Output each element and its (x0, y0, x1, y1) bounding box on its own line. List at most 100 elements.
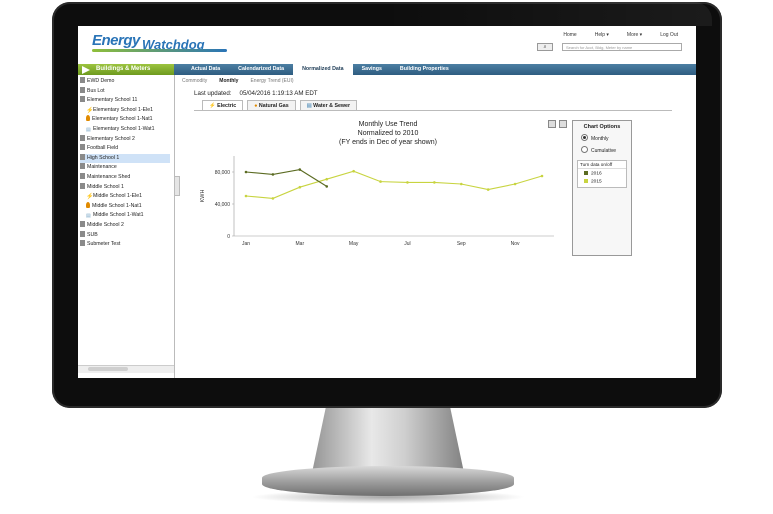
data-point-2015 (540, 174, 544, 178)
data-point-2015 (298, 185, 302, 189)
building-icon (80, 134, 85, 141)
data-point-2016 (298, 168, 302, 171)
tree-item[interactable]: ⚡Elementary School 1-Ele1 (86, 106, 176, 115)
data-point-2015 (433, 181, 436, 184)
data-point-2015 (486, 188, 490, 191)
building-icon (80, 182, 85, 189)
search-filter-button[interactable]: ⌕ (537, 43, 553, 51)
tree-item[interactable]: Submeter Test (80, 240, 170, 249)
tree-item[interactable]: Football Field (80, 144, 170, 153)
sidebar-header: Buildings & Meters (78, 64, 174, 75)
top-nav: Home Help ▾ More ▾ Log Out (563, 32, 678, 38)
building-icon (80, 153, 85, 160)
monthly-use-chart: 0 40,000 80,000 KWH Jan Mar May Jul Sep Nov (200, 156, 554, 247)
tree-item[interactable]: Elementary School 1-Nat1 (86, 115, 176, 124)
data-point-2015 (513, 182, 517, 186)
logout-link[interactable]: Log Out (660, 32, 678, 38)
series-line-2016 (245, 169, 328, 187)
home-link[interactable]: Home (563, 32, 576, 38)
data-point-2015 (325, 177, 329, 181)
building-icon (80, 96, 85, 103)
data-point-2015 (379, 180, 382, 183)
building-icon (80, 221, 85, 227)
tree-item[interactable]: ▤ Elementary School 1-Wat1 (86, 125, 176, 134)
legend-2016[interactable]: 2016 (584, 171, 626, 177)
tree-item[interactable]: EWD Demo (80, 77, 170, 86)
x-tick-label: Sep (457, 241, 466, 247)
tree-item-label: Middle School 2 (87, 222, 124, 228)
tree-item[interactable]: Maintenance Shed (80, 173, 170, 182)
subtab-monthly[interactable]: Monthly (219, 78, 238, 84)
x-tick-label: Nov (511, 241, 520, 247)
legend-2015[interactable]: 2015 (584, 178, 626, 184)
data-point-2015 (406, 181, 409, 184)
y-axis-label: KWH (200, 190, 206, 203)
help-icon[interactable] (559, 120, 567, 128)
x-tick-label: Jul (404, 241, 410, 247)
tab-actual-data[interactable]: Actual Data (182, 64, 229, 75)
electric-icon: ⚡ (86, 107, 94, 114)
last-updated: Last updated: 05/04/2016 1:19:13 AM EDT (194, 90, 318, 97)
water-icon: ▤ (86, 213, 91, 220)
tree-item[interactable]: Elementary School 11 (80, 96, 170, 105)
help-menu[interactable]: Help ▾ (595, 32, 609, 38)
tree-item-label: Middle School 1-Nat1 (92, 202, 142, 209)
y-tick-label: 80,000 (215, 170, 231, 176)
app-screen: Energy Watchdog Home Help ▾ More ▾ Log O… (78, 26, 696, 378)
tree-item[interactable]: Middle School 1 (80, 182, 170, 192)
tab-calendarized-data[interactable]: Calendarized Data (229, 64, 293, 75)
tab-savings[interactable]: Savings (353, 64, 391, 75)
building-icon (80, 240, 85, 247)
tree-item-label: Middle School 1-Wat1 (93, 212, 144, 219)
water-icon: ▤ (86, 127, 91, 133)
gas-icon (86, 115, 90, 122)
tree-item-label: Bus Lot (87, 87, 105, 94)
monitor-stand-neck (312, 408, 464, 470)
tree-item[interactable]: ⚡Middle School 1-Ele1 (86, 192, 176, 201)
main-tabs: Actual Data Calendarized Data Normalized… (174, 64, 696, 75)
x-tick-label: May (349, 241, 359, 247)
data-point-2015 (352, 169, 355, 173)
building-icon (80, 163, 85, 170)
tree-item-label: Elementary School 1-Ele1 (93, 106, 153, 113)
horizontal-scrollbar[interactable] (78, 365, 174, 373)
tree-item-label: Middle School 1-Ele1 (93, 193, 143, 200)
tree-item-label: Elementary School 1-Nat1 (92, 116, 153, 123)
tab-building-properties[interactable]: Building Properties (391, 64, 458, 75)
tree-item[interactable]: Maintenance (80, 163, 170, 172)
building-icon (80, 173, 85, 179)
tree-item-label: Elementary School 2 (87, 135, 135, 142)
tree-item[interactable]: ▤ Middle School 1-Wat1 (86, 211, 176, 220)
tree-item[interactable]: Elementary School 2 (80, 134, 170, 144)
option-cumulative[interactable]: Cumulative (581, 146, 631, 154)
splitter-handle[interactable] (174, 176, 180, 196)
building-icon (80, 144, 85, 151)
data-point-2016 (325, 185, 329, 188)
y-tick-label: 0 (227, 234, 230, 240)
electric-icon: ⚡ (86, 194, 94, 201)
tree-item[interactable]: Middle School 2 (80, 221, 170, 230)
tree-item-label: Elementary School 11 (87, 97, 138, 104)
chart-options-panel: Chart Options Monthly Cumulative Turn da… (572, 120, 632, 256)
subtab-energy-trend[interactable]: Energy Trend (EUI) (250, 78, 293, 84)
gas-icon (86, 201, 90, 208)
tree-item-label: Submeter Test (87, 241, 121, 248)
data-point-2015 (459, 182, 463, 186)
print-icon[interactable] (548, 120, 556, 128)
subtab-commodity[interactable]: Commodity (182, 78, 207, 84)
data-point-2015 (244, 194, 248, 198)
data-point-2015 (271, 197, 275, 200)
tree-item-label: Maintenance Shed (87, 174, 131, 180)
tree-item[interactable]: SUB (80, 230, 170, 240)
tab-normalized-data[interactable]: Normalized Data (293, 64, 353, 75)
tree-item[interactable]: Bus Lot (80, 86, 170, 96)
data-point-2016 (271, 173, 275, 176)
tree-item[interactable]: High School 1 (80, 153, 170, 163)
more-menu[interactable]: More ▾ (627, 32, 642, 38)
tree-item[interactable]: Middle School 1-Nat1 (86, 201, 176, 211)
chart-tools (548, 120, 567, 128)
option-monthly[interactable]: Monthly (581, 134, 631, 142)
app-header: Energy Watchdog Home Help ▾ More ▾ Log O… (78, 26, 696, 63)
search-input[interactable]: Search for Acct, Bldg, Meter by name (562, 43, 682, 51)
chart-title: Monthly Use Trend Normalized to 2010 (FY… (339, 121, 437, 146)
